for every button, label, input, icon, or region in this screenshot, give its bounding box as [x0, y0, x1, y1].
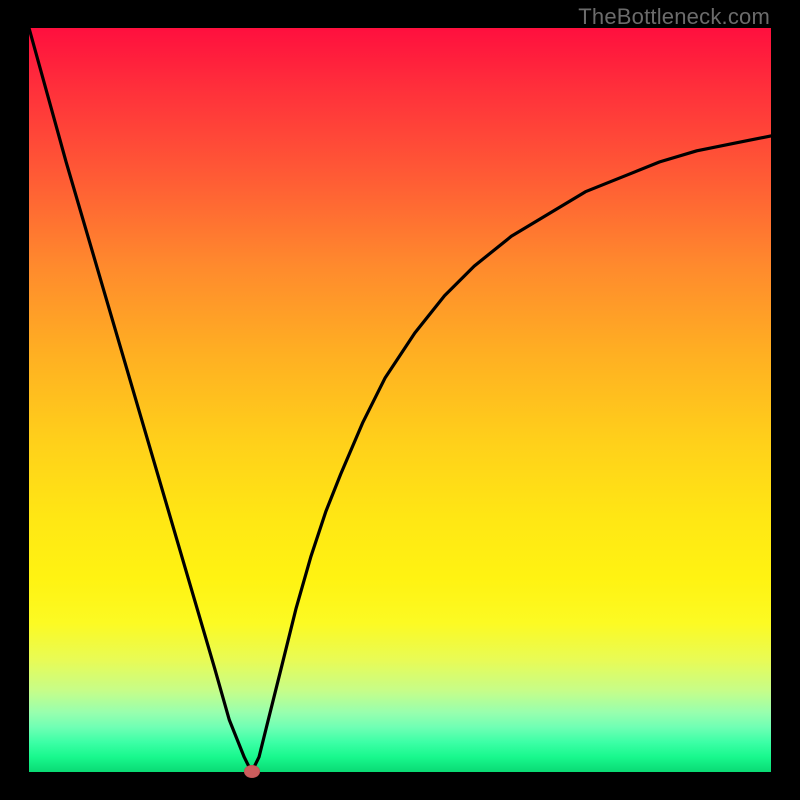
minimum-marker — [244, 765, 260, 778]
bottleneck-curve — [29, 28, 771, 772]
attribution-text: TheBottleneck.com — [578, 4, 770, 30]
